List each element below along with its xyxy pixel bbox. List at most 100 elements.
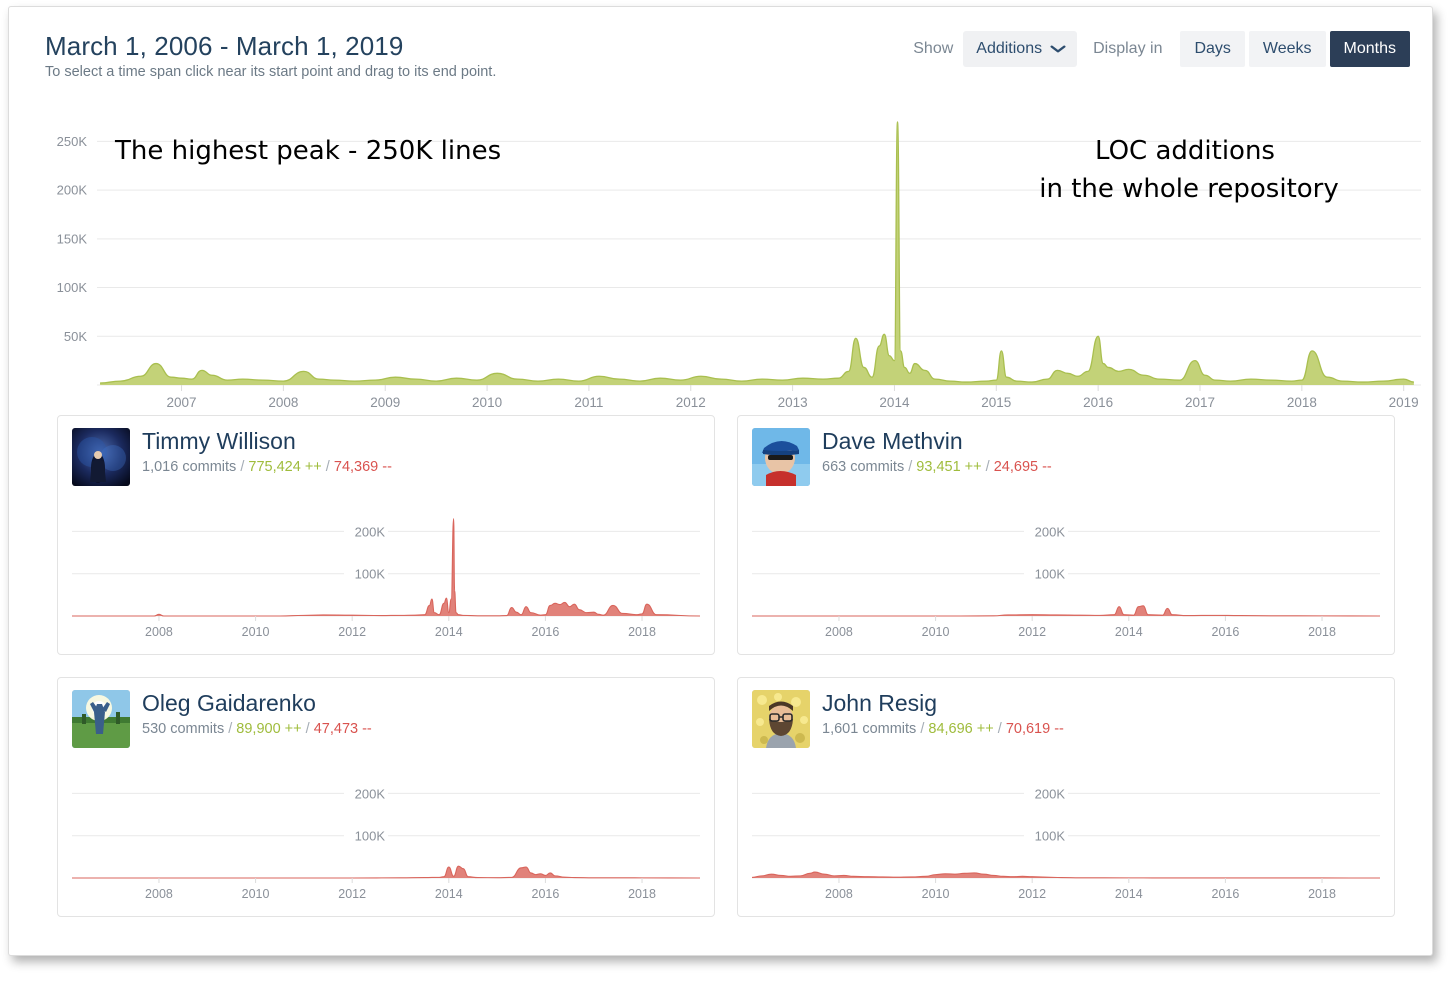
y-axis-tick-label: 100K: [1035, 829, 1066, 844]
contributor-cards: Timmy Willison 1,016 commits / 775,424 +…: [57, 415, 1397, 917]
y-axis-tick-label: 100K: [355, 567, 386, 582]
x-axis-tick-label: 2010: [922, 887, 950, 901]
y-axis-tick-label: 200K: [1035, 524, 1066, 539]
granularity-days-button[interactable]: Days: [1180, 31, 1245, 67]
y-axis-tick-label: 200K: [57, 183, 88, 198]
metric-dropdown[interactable]: Additions: [963, 31, 1078, 67]
x-axis-tick-label: 2016: [1212, 887, 1240, 901]
x-axis-tick-label: 2016: [532, 887, 560, 901]
commit-count: 530 commits: [142, 721, 225, 738]
contributor-chart[interactable]: 100K 200K 2008 2010 2012 2014 2016 2018: [738, 760, 1394, 916]
page-title: March 1, 2006 - March 1, 2019: [45, 31, 404, 61]
x-axis-tick-label: 2008: [268, 395, 298, 409]
x-axis-tick-label: 2018: [1308, 625, 1336, 639]
chevron-down-icon: [1050, 43, 1066, 55]
deletions-count: 24,695 --: [993, 459, 1052, 476]
contributor-identity: Timmy Willison 1,016 commits / 775,424 +…: [142, 428, 392, 475]
annotation-highest-peak: The highest peak - 250K lines: [114, 136, 501, 166]
page-subtitle: To select a time span click near its sta…: [45, 64, 497, 80]
additions-count: 93,451 ++: [916, 459, 982, 476]
commit-count: 663 commits: [822, 459, 905, 476]
x-axis-tick-label: 2008: [825, 887, 853, 901]
contributor-stats: 663 commits / 93,451 ++ / 24,695 --: [822, 459, 1052, 476]
x-axis-tick-label: 2010: [922, 625, 950, 639]
avatar: [72, 428, 130, 486]
x-axis-tick-label: 2018: [1308, 887, 1336, 901]
additions-count: 89,900 ++: [236, 721, 302, 738]
annotation-loc-additions-line1: LOC additions: [1095, 136, 1275, 166]
x-axis-tick-label: 2012: [676, 395, 706, 409]
y-axis-tick-label: 250K: [57, 134, 88, 149]
x-axis-tick-label: 2008: [825, 625, 853, 639]
contributor-card[interactable]: Oleg Gaidarenko 530 commits / 89,900 ++ …: [57, 677, 715, 917]
x-axis-tick-label: 2011: [574, 395, 603, 409]
contributor-name[interactable]: John Resig: [822, 691, 1064, 715]
annotation-loc-additions-line2: in the whole repository: [1039, 174, 1339, 204]
x-axis-tick-label: 2008: [145, 625, 173, 639]
contributor-chart-svg[interactable]: 100K 200K 2008 2010 2012 2014 2016 2018: [58, 498, 714, 654]
x-axis-tick-label: 2016: [1212, 625, 1240, 639]
metric-dropdown-value: Additions: [976, 40, 1043, 57]
contributor-identity: John Resig 1,601 commits / 84,696 ++ / 7…: [822, 690, 1064, 737]
x-axis-tick-label: 2013: [778, 395, 808, 409]
x-axis-tick-label: 2009: [370, 395, 400, 409]
main-chart[interactable]: 50K 100K 150K 200K 250K 2007 2008 2009 2010 2011 2…: [9, 99, 1434, 409]
x-axis-tick-label: 2014: [1115, 887, 1143, 901]
contributor-chart-svg[interactable]: 100K 200K 2008 2010 2012 2014 2016 2018: [738, 760, 1394, 916]
x-axis-tick-label: 2017: [1185, 395, 1215, 409]
y-axis-tick-label: 200K: [1035, 786, 1066, 801]
deletions-count: 74,369 --: [333, 459, 392, 476]
avatar: [752, 690, 810, 748]
x-axis-tick-label: 2015: [981, 395, 1011, 409]
page-root: March 1, 2006 - March 1, 2019 To select …: [0, 0, 1455, 992]
contributor-chart-svg[interactable]: 100K 200K 2008 2010 2012 2014 2016 2018: [58, 760, 714, 916]
header: March 1, 2006 - March 1, 2019 To select …: [9, 7, 1432, 93]
x-axis-tick-label: 2012: [1018, 625, 1046, 639]
contributor-card[interactable]: John Resig 1,601 commits / 84,696 ++ / 7…: [737, 677, 1395, 917]
x-axis-tick-label: 2016: [1083, 395, 1113, 409]
x-axis-tick-label: 2016: [532, 625, 560, 639]
avatar: [72, 690, 130, 748]
header-controls: Show Additions Display in Days Weeks Mon…: [913, 31, 1410, 67]
granularity-weeks-button[interactable]: Weeks: [1248, 31, 1326, 67]
x-axis-tick-label: 2007: [167, 395, 197, 409]
contributor-name[interactable]: Timmy Willison: [142, 429, 392, 453]
contributor-chart[interactable]: 100K 200K 2008 2010 2012 2014 2016 2018: [738, 498, 1394, 654]
y-axis-tick-label: 100K: [355, 829, 386, 844]
contributor-name[interactable]: Dave Methvin: [822, 429, 1052, 453]
avatar: [752, 428, 810, 486]
y-axis-tick-label: 100K: [1035, 567, 1066, 582]
contributor-identity: Oleg Gaidarenko 530 commits / 89,900 ++ …: [142, 690, 372, 737]
y-axis-tick-label: 100K: [57, 280, 88, 295]
contributor-header: John Resig 1,601 commits / 84,696 ++ / 7…: [752, 690, 1064, 748]
y-axis-tick-label: 150K: [57, 231, 88, 246]
commit-count: 1,016 commits: [142, 459, 237, 476]
x-axis-tick-label: 2012: [338, 625, 366, 639]
additions-count: 775,424 ++: [248, 459, 322, 476]
y-axis-tick-label: 200K: [355, 524, 386, 539]
main-panel: March 1, 2006 - March 1, 2019 To select …: [8, 6, 1433, 956]
x-axis-tick-label: 2018: [628, 625, 656, 639]
contributor-name[interactable]: Oleg Gaidarenko: [142, 691, 372, 715]
x-axis-tick-label: 2019: [1389, 395, 1419, 409]
contributor-chart-svg[interactable]: 100K 200K 2008 2010 2012 2014 2016 2018: [738, 498, 1394, 654]
contributor-card[interactable]: Dave Methvin 663 commits / 93,451 ++ / 2…: [737, 415, 1395, 655]
contributor-stats: 1,601 commits / 84,696 ++ / 70,619 --: [822, 721, 1064, 738]
x-axis-tick-label: 2010: [472, 395, 502, 409]
contributor-header: Timmy Willison 1,016 commits / 775,424 +…: [72, 428, 392, 486]
x-axis-tick-label: 2012: [338, 887, 366, 901]
x-axis-tick-label: 2018: [628, 887, 656, 901]
contributor-card[interactable]: Timmy Willison 1,016 commits / 775,424 +…: [57, 415, 715, 655]
granularity-months-button[interactable]: Months: [1329, 31, 1410, 67]
show-label: Show: [913, 40, 954, 57]
x-axis-tick-label: 2014: [435, 887, 463, 901]
deletions-count: 47,473 --: [313, 721, 372, 738]
x-axis-tick-label: 2008: [145, 887, 173, 901]
deletions-count: 70,619 --: [1005, 721, 1064, 738]
contributor-identity: Dave Methvin 663 commits / 93,451 ++ / 2…: [822, 428, 1052, 475]
contributor-chart[interactable]: 100K 200K 2008 2010 2012 2014 2016 2018: [58, 760, 714, 916]
main-chart-svg[interactable]: 50K 100K 150K 200K 250K 2007 2008 2009 2010 2011 2…: [9, 99, 1434, 409]
x-axis-tick-label: 2014: [879, 395, 910, 409]
contributor-area-series: [72, 866, 700, 878]
contributor-chart[interactable]: 100K 200K 2008 2010 2012 2014 2016 2018: [58, 498, 714, 654]
